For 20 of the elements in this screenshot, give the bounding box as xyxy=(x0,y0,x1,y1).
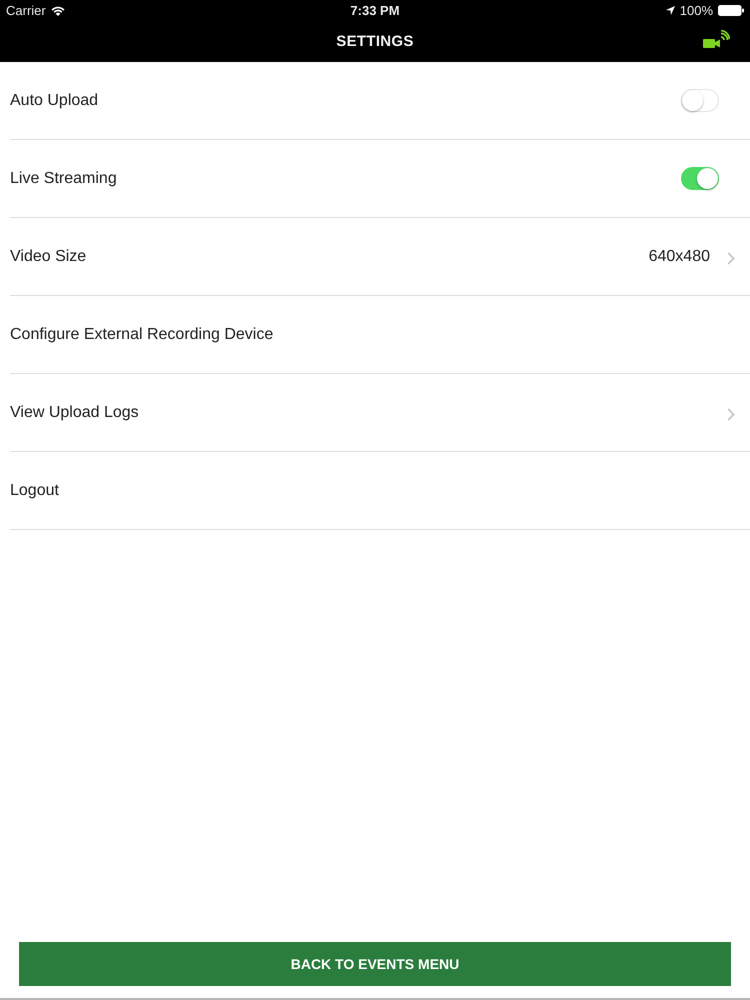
clock-time: 7:33 PM xyxy=(350,3,400,18)
battery-icon xyxy=(718,5,744,16)
setting-label: Auto Upload xyxy=(10,92,100,110)
chevron-right-icon xyxy=(727,252,735,265)
setting-label[interactable]: View Upload Logs xyxy=(10,404,727,422)
setting-label[interactable]: Configure External Recording Device xyxy=(10,326,735,344)
screen-title: SETTINGS xyxy=(336,33,414,50)
battery-percent: 100% xyxy=(680,3,713,18)
setting-label[interactable]: Video Size xyxy=(10,248,649,266)
back-to-events-button[interactable]: BACK TO EVENTS MENU xyxy=(19,942,731,986)
setting-label[interactable]: Logout xyxy=(10,482,735,500)
toggle-switch[interactable] xyxy=(681,167,719,190)
setting-value: 640x480 xyxy=(648,248,710,266)
carrier-label: Carrier xyxy=(6,3,46,18)
toggle-switch[interactable] xyxy=(681,89,719,112)
location-arrow-icon xyxy=(666,6,675,15)
camera-signal-icon[interactable] xyxy=(703,30,730,49)
chevron-right-icon xyxy=(727,408,735,421)
wifi-icon xyxy=(50,6,65,16)
setting-label: Live Streaming xyxy=(10,170,118,188)
